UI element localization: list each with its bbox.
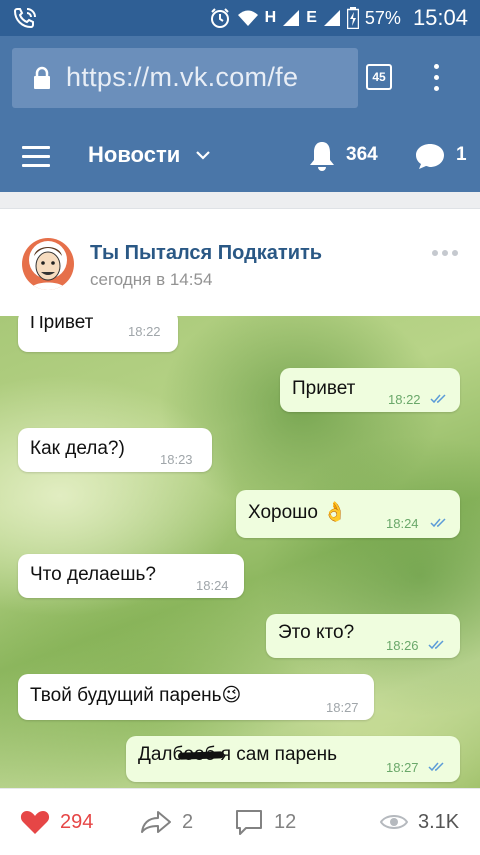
page-title[interactable]: Новости [88, 142, 180, 168]
message-time: 18:23 [160, 452, 193, 467]
post-timestamp[interactable]: сегодня в 14:54 [90, 270, 212, 290]
address-bar[interactable]: https://m.vk.com/fe [12, 48, 358, 108]
shares-count: 2 [182, 810, 194, 833]
url-text[interactable]: https://m.vk.com/fe [66, 62, 354, 93]
chat-message-in: Привет 18:22 [18, 316, 178, 352]
chat-message-in: Как дела?) 18:23 [18, 428, 212, 472]
post-image-chat-screenshot[interactable]: Привет 18:22 Привет 18:22 Как дела?) 18:… [0, 316, 480, 788]
app-header: Новости 364 1 [0, 122, 480, 192]
chat-message-out: Далбооб я сам парень 18:27 [126, 736, 460, 782]
message-text: Хорошо 👌 [248, 502, 347, 523]
message-time: 18:22 [128, 324, 161, 339]
message-time: 18:24 [386, 516, 419, 531]
battery-icon [346, 7, 359, 29]
message-time: 18:22 [388, 392, 421, 407]
battery-percent: 57% [364, 7, 401, 28]
wifi-calling-icon [13, 8, 36, 29]
menu-icon[interactable] [22, 146, 50, 168]
more-options-icon[interactable] [432, 250, 458, 258]
browser-toolbar: https://m.vk.com/fe 45 [0, 36, 480, 122]
read-ticks-icon [430, 394, 446, 404]
message-text: Привет [30, 316, 94, 333]
alarm-icon [210, 8, 229, 28]
message-time: 18:27 [326, 700, 359, 715]
avatar-face-icon [22, 238, 74, 290]
views-count: 3.1K [418, 810, 460, 833]
post-actions: 294 2 12 3.1K [0, 788, 480, 854]
avatar[interactable] [22, 238, 74, 290]
notifications-count[interactable]: 364 [346, 144, 378, 166]
read-ticks-icon [430, 518, 446, 528]
previous-card-edge [0, 208, 480, 218]
chat-message-in: Что делаешь? 18:24 [18, 554, 244, 598]
bell-icon[interactable] [308, 140, 336, 172]
message-text: Что делаешь? [30, 564, 156, 585]
message-text: Твой будущий парень😉 [30, 685, 242, 706]
network-type-e: E [306, 9, 317, 26]
views-indicator: 3.1K [380, 789, 459, 855]
message-text: Как дела?) [30, 438, 125, 459]
messages-icon[interactable] [414, 142, 446, 170]
browser-menu-icon[interactable] [426, 60, 446, 96]
post-author[interactable]: Ты Пытался Подкатить [90, 242, 322, 265]
status-time: 15:04 [412, 5, 468, 30]
comment-icon [236, 810, 262, 835]
share-button[interactable]: 2 [140, 789, 193, 855]
feed-separator [0, 192, 480, 218]
message-time: 18:27 [386, 760, 419, 775]
eye-icon [380, 815, 408, 829]
lock-icon [34, 66, 50, 89]
network-type-h: H [264, 9, 277, 26]
message-text: Далбооб я сам парень [138, 744, 338, 765]
message-text: Это кто? [278, 622, 355, 643]
message-time: 18:24 [196, 578, 229, 593]
read-ticks-icon [428, 640, 444, 650]
signal-icon-1 [283, 10, 300, 26]
messages-count[interactable]: 1 [456, 144, 467, 166]
message-time: 18:26 [386, 638, 419, 653]
chat-message-out: Это кто? 18:26 [266, 614, 460, 658]
post-header: Ты Пытался Подкатить сегодня в 14:54 [0, 218, 480, 316]
likes-count: 294 [60, 810, 94, 833]
comments-count: 12 [274, 810, 297, 833]
chat-message-out: Привет 18:22 [280, 368, 460, 412]
share-arrow-icon [141, 811, 171, 833]
comment-button[interactable]: 12 [234, 789, 296, 855]
signal-icon-2 [323, 10, 340, 26]
heart-icon [20, 811, 50, 834]
message-text: Привет [292, 378, 356, 399]
like-button[interactable]: 294 [20, 789, 93, 855]
read-ticks-icon [428, 762, 444, 772]
wifi-icon [237, 10, 258, 26]
status-bar: H E 57% 15:04 [0, 0, 480, 36]
chat-message-out: Хорошо 👌 18:24 [236, 490, 460, 538]
chevron-down-icon[interactable] [196, 150, 210, 160]
tab-switcher-button[interactable]: 45 [366, 64, 392, 90]
chat-message-in: Твой будущий парень😉 18:27 [18, 674, 374, 720]
